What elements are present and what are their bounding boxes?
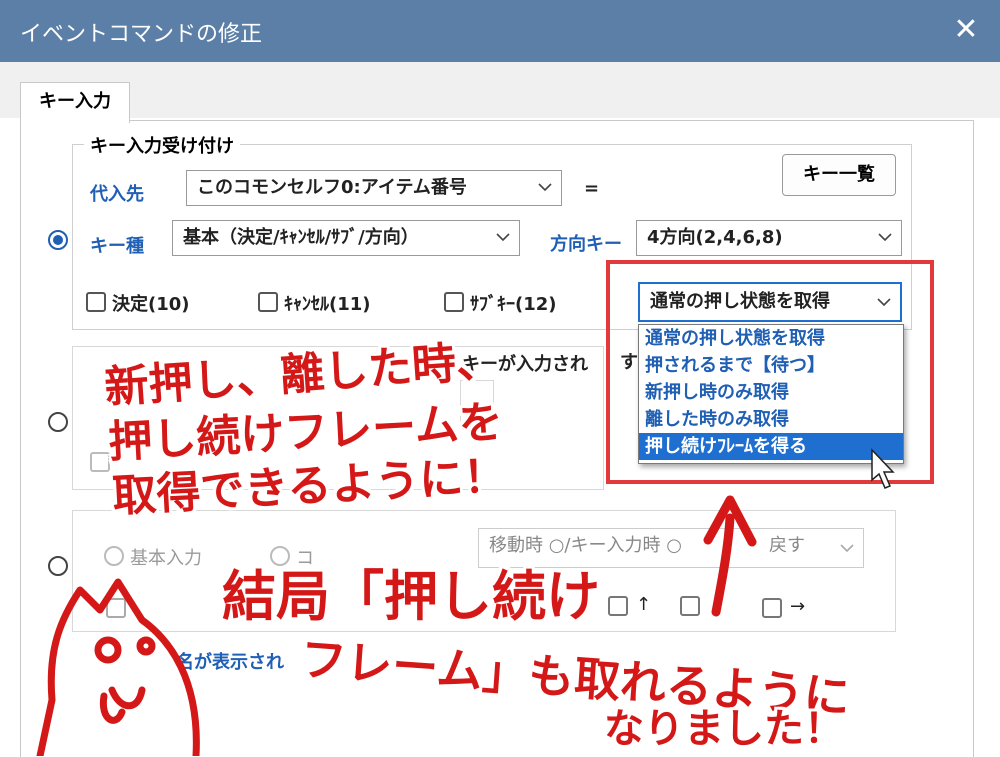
window-title: イベントコマンドの修正 <box>20 22 263 47</box>
radio-basic-input-label: 基本入力 <box>130 548 202 569</box>
checkbox-right[interactable] <box>762 598 782 618</box>
group-label-key-input: キー入力受け付け <box>84 132 240 158</box>
annotation-bottom-line1: 結局「押し続け <box>222 565 600 628</box>
radio-basic-input[interactable] <box>104 546 124 566</box>
highlight-frame <box>606 260 934 484</box>
close-button[interactable]: ✕ <box>950 12 982 48</box>
checkbox-subkey[interactable] <box>444 292 464 312</box>
chevron-down-icon <box>840 544 854 553</box>
assign-label: 代入先 <box>90 184 144 205</box>
checkbox-subkey-label: ｻﾌﾞｷｰ(12) <box>470 294 557 315</box>
direction-key-label: 方向キー <box>550 234 622 255</box>
checkbox-up[interactable] <box>608 596 628 616</box>
equals-sign: = <box>584 178 600 199</box>
title-bar: イベントコマンドの修正 ✕ <box>0 0 1000 62</box>
checkbox-cancel[interactable] <box>258 292 278 312</box>
key-type-select-value: 基本（決定/ｷｬﾝｾﾙ/ｻﾌﾞ/方向） <box>183 227 419 248</box>
radio-group2[interactable] <box>48 412 68 432</box>
checkbox-left[interactable] <box>680 596 700 616</box>
annotation-bottom-line3: なりました！ <box>604 706 844 752</box>
checkbox-decide-label: 決定(10) <box>112 294 190 315</box>
radio-group3[interactable] <box>48 556 68 576</box>
close-icon: ✕ <box>953 12 979 47</box>
tab-strip <box>0 62 1000 118</box>
assign-select-value: このコモンセルフ0:アイテム番号 <box>197 177 467 198</box>
chevron-down-icon <box>496 233 510 242</box>
group3-bottom-text: 名が表示され <box>176 652 284 673</box>
group3-select-tail: 戻す <box>769 535 805 556</box>
radio-key-input[interactable] <box>48 230 68 250</box>
key-list-button[interactable]: キー一覧 <box>782 154 896 196</box>
checkbox-group2[interactable] <box>90 452 110 472</box>
checkbox-group3-a[interactable] <box>106 598 126 618</box>
direction-select[interactable]: 4方向(2,4,6,8) <box>636 220 902 256</box>
direction-select-value: 4方向(2,4,6,8) <box>647 227 783 248</box>
chevron-down-icon <box>878 233 892 242</box>
arrow-up-label: ↑ <box>636 594 652 615</box>
assign-select[interactable]: このコモンセルフ0:アイテム番号 <box>186 170 562 206</box>
chevron-down-icon <box>538 183 552 192</box>
checkbox-cancel-label: ｷｬﾝｾﾙ(11) <box>284 294 371 315</box>
key-type-label: キー種 <box>90 236 144 257</box>
checkbox-decide[interactable] <box>86 292 106 312</box>
key-type-select[interactable]: 基本（決定/ｷｬﾝｾﾙ/ｻﾌﾞ/方向） <box>172 220 520 256</box>
arrow-right-label: → <box>790 596 806 617</box>
tab-key-input[interactable]: キー入力 <box>20 82 130 123</box>
